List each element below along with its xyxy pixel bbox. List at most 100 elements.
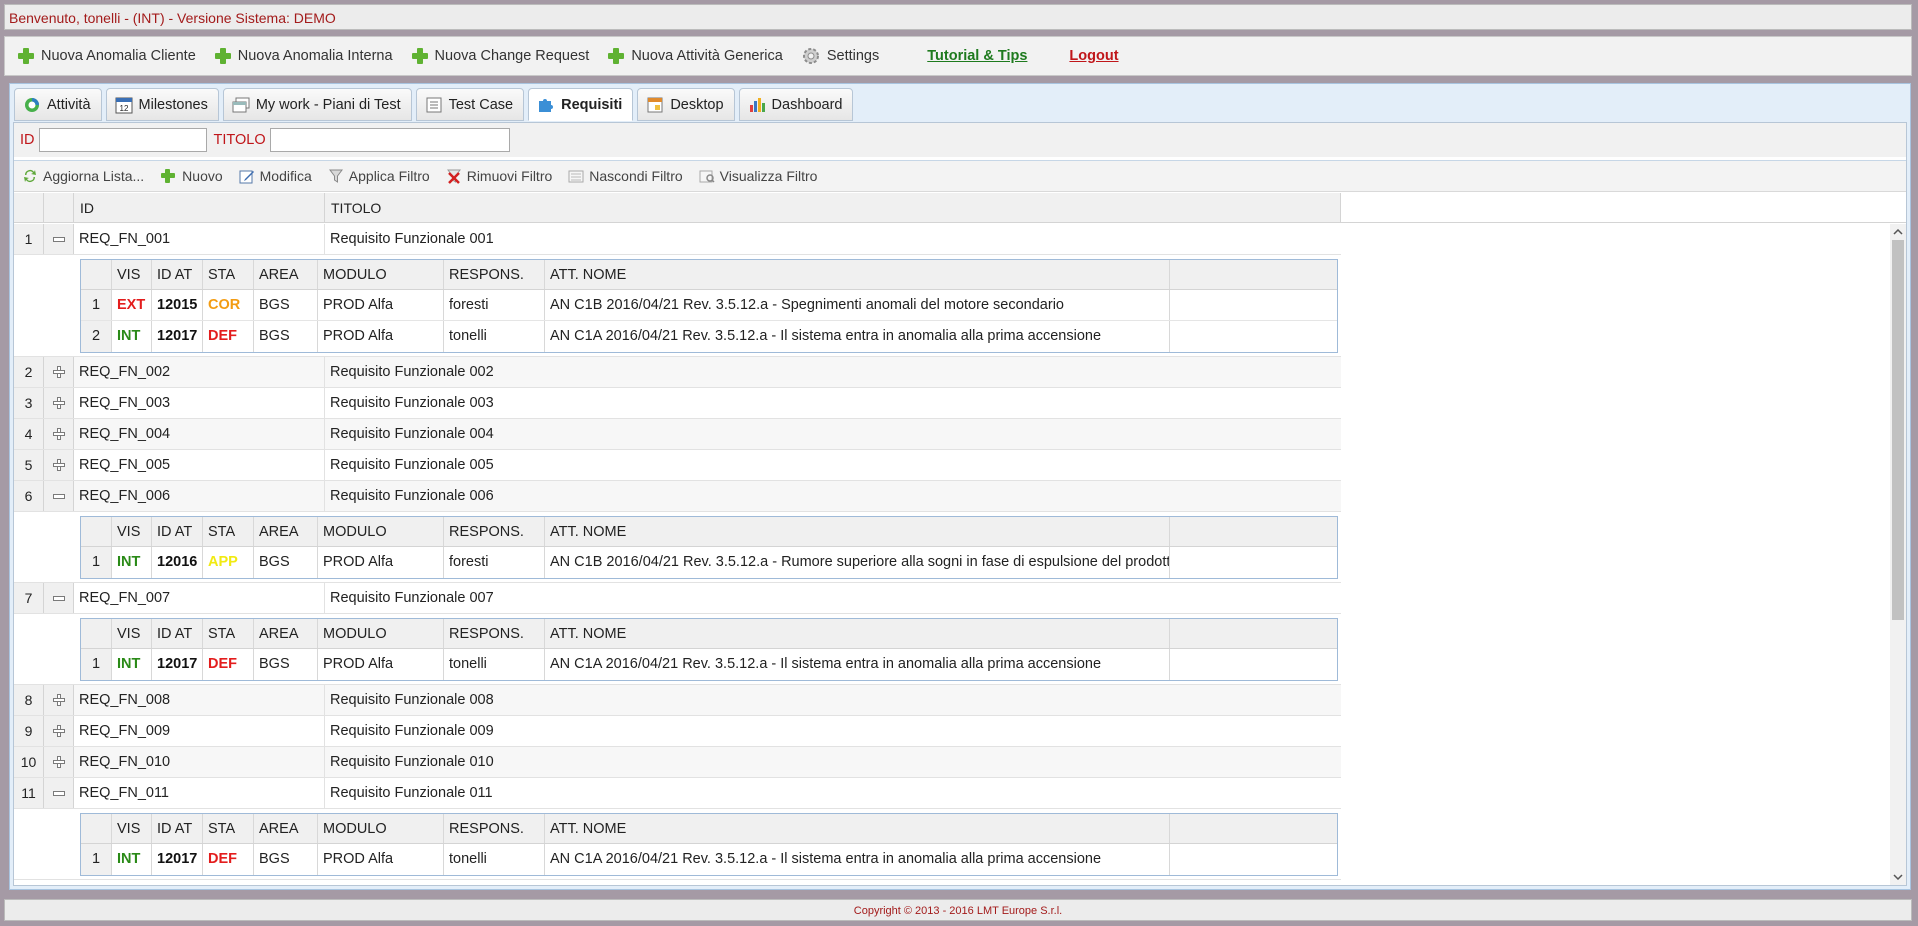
vertical-scrollbar[interactable] xyxy=(1890,224,1906,885)
new-customer-anomaly-button[interactable]: Nuova Anomalia Cliente xyxy=(17,47,196,65)
collapse-toggle[interactable] xyxy=(44,583,74,613)
subgrid-row[interactable]: 2 INT 12017 DEF BGS PROD Alfa tonelli AN… xyxy=(81,321,1337,352)
subgrid: VIS ID AT STA AREA MODULO RESPONS. ATT. … xyxy=(80,813,1338,876)
settings-button[interactable]: Settings xyxy=(801,46,879,66)
table-row[interactable]: 1 REQ_FN_001 Requisito Funzionale 001 xyxy=(14,224,1341,255)
table-row[interactable]: 8 REQ_FN_008 Requisito Funzionale 008 xyxy=(14,685,1341,716)
show-filter-button[interactable]: Visualizza Filtro xyxy=(699,168,817,184)
welcome-bar: Benvenuto, tonelli - (INT) - Versione Si… xyxy=(4,4,1912,30)
new-change-request-button[interactable]: Nuova Change Request xyxy=(411,47,589,65)
subgrid-row[interactable]: 1 INT 12017 DEF BGS PROD Alfa tonelli AN… xyxy=(81,844,1337,875)
subgrid-header: VIS ID AT STA AREA MODULO RESPONS. ATT. … xyxy=(81,814,1337,844)
plus-icon xyxy=(160,168,176,184)
chevron-up-icon xyxy=(1893,229,1903,235)
rownum-header xyxy=(14,193,44,222)
title-filter-input[interactable] xyxy=(269,128,510,152)
table-row[interactable]: 11 REQ_FN_011 Requisito Funzionale 011 xyxy=(14,778,1341,809)
tutorial-link[interactable]: Tutorial & Tips xyxy=(927,48,1027,64)
expand-toggle[interactable] xyxy=(44,419,74,449)
hide-filter-icon xyxy=(568,170,584,183)
table-row[interactable]: 3 REQ_FN_003 Requisito Funzionale 003 xyxy=(14,388,1341,419)
plus-icon xyxy=(607,47,625,65)
expand-toggle[interactable] xyxy=(44,685,74,715)
list-icon xyxy=(426,97,442,112)
table-row[interactable]: 2 REQ_FN_002 Requisito Funzionale 002 xyxy=(14,357,1341,388)
edit-icon xyxy=(239,170,254,184)
id-filter-label: ID xyxy=(20,132,35,148)
top-menu: Nuova Anomalia Cliente Nuova Anomalia In… xyxy=(4,36,1912,76)
subgrid-header: VIS ID AT STA AREA MODULO RESPONS. ATT. … xyxy=(81,619,1337,649)
minus-icon xyxy=(52,595,65,601)
tab-test-case[interactable]: Test Case xyxy=(415,88,525,121)
tab-attivita[interactable]: Attività xyxy=(14,88,102,121)
expand-toggle[interactable] xyxy=(44,716,74,746)
table-row[interactable]: 4 REQ_FN_004 Requisito Funzionale 004 xyxy=(14,419,1341,450)
tab-desktop[interactable]: Desktop xyxy=(637,88,735,121)
title-filter-label: TITOLO xyxy=(213,132,266,148)
collapse-toggle[interactable] xyxy=(44,224,74,254)
desktop-icon xyxy=(647,97,663,112)
subgrid-row[interactable]: 1 INT 12016 APP BGS PROD Alfa foresti AN… xyxy=(81,547,1337,578)
toggle-header xyxy=(44,193,74,222)
tab-my-work[interactable]: My work - Piani di Test xyxy=(222,88,412,121)
grid-header-empty xyxy=(1341,193,1906,223)
remove-filter-button[interactable]: Rimuovi Filtro xyxy=(446,168,552,184)
expand-toggle[interactable] xyxy=(44,388,74,418)
apply-filter-button[interactable]: Applica Filtro xyxy=(328,168,430,184)
subgrid-row[interactable]: 1 EXT 12015 COR BGS PROD Alfa foresti AN… xyxy=(81,290,1337,321)
subgrid: VIS ID AT STA AREA MODULO RESPONS. ATT. … xyxy=(80,618,1338,681)
subgrid-row[interactable]: 1 INT 12017 DEF BGS PROD Alfa tonelli AN… xyxy=(81,649,1337,680)
refresh-list-button[interactable]: Aggiorna Lista... xyxy=(22,168,144,184)
subgrid-container: VIS ID AT STA AREA MODULO RESPONS. ATT. … xyxy=(14,614,1341,685)
bar-chart-icon xyxy=(749,97,765,112)
gear-icon xyxy=(802,48,819,64)
plus-outline-icon xyxy=(52,694,65,706)
plus-outline-icon xyxy=(52,725,65,737)
plus-outline-icon xyxy=(52,366,65,378)
scroll-down-button[interactable] xyxy=(1890,869,1906,885)
new-generic-activity-button[interactable]: Nuova Attività Generica xyxy=(607,47,783,65)
expand-toggle[interactable] xyxy=(44,747,74,777)
logout-link[interactable]: Logout xyxy=(1069,48,1118,64)
hide-filter-button[interactable]: Nascondi Filtro xyxy=(568,168,683,184)
new-button[interactable]: Nuovo xyxy=(160,168,223,184)
expand-toggle[interactable] xyxy=(44,450,74,480)
scroll-thumb[interactable] xyxy=(1892,240,1904,620)
tab-dashboard[interactable]: Dashboard xyxy=(738,88,854,121)
minus-icon xyxy=(52,790,65,796)
column-header-id[interactable]: ID xyxy=(74,193,325,222)
plus-outline-icon xyxy=(52,459,65,471)
column-header-title[interactable]: TITOLO xyxy=(325,193,1341,222)
scroll-up-button[interactable] xyxy=(1890,224,1906,240)
grid-body: 1 REQ_FN_001 Requisito Funzionale 001 VI… xyxy=(14,224,1890,885)
expand-toggle[interactable] xyxy=(44,357,74,387)
plus-outline-icon xyxy=(52,397,65,409)
new-internal-anomaly-button[interactable]: Nuova Anomalia Interna xyxy=(214,47,393,65)
table-row[interactable]: 7 REQ_FN_007 Requisito Funzionale 007 xyxy=(14,583,1341,614)
table-row[interactable]: 10 REQ_FN_010 Requisito Funzionale 010 xyxy=(14,747,1341,778)
collapse-toggle[interactable] xyxy=(44,778,74,808)
id-filter-input[interactable] xyxy=(38,128,207,152)
refresh-circle-icon xyxy=(25,97,39,112)
calendar-icon: 12 xyxy=(115,97,133,113)
subgrid-container: VIS ID AT STA AREA MODULO RESPONS. ATT. … xyxy=(14,512,1341,583)
table-row[interactable]: 9 REQ_FN_009 Requisito Funzionale 009 xyxy=(14,716,1341,747)
remove-filter-icon xyxy=(446,169,461,184)
collapse-toggle[interactable] xyxy=(44,481,74,511)
tab-requisiti[interactable]: Requisiti xyxy=(528,88,634,121)
edit-button[interactable]: Modifica xyxy=(239,168,312,184)
refresh-icon xyxy=(24,170,36,182)
subgrid-container: VIS ID AT STA AREA MODULO RESPONS. ATT. … xyxy=(14,255,1341,357)
main-area: Attività 12 Milestones My work - Piani d… xyxy=(9,83,1911,890)
minus-icon xyxy=(52,236,65,242)
tab-milestones[interactable]: 12 Milestones xyxy=(105,88,219,121)
plus-outline-icon xyxy=(52,428,65,440)
table-row[interactable]: 6 REQ_FN_006 Requisito Funzionale 006 xyxy=(14,481,1341,512)
requisiti-panel: ID TITOLO Aggiorna Lista... Nuovo Modifi… xyxy=(13,122,1907,886)
plus-icon xyxy=(411,47,429,65)
subgrid: VIS ID AT STA AREA MODULO RESPONS. ATT. … xyxy=(80,259,1338,353)
plus-icon xyxy=(214,47,232,65)
grid-header: ID TITOLO xyxy=(14,193,1341,223)
table-row[interactable]: 5 REQ_FN_005 Requisito Funzionale 005 xyxy=(14,450,1341,481)
filter-icon xyxy=(328,169,343,183)
